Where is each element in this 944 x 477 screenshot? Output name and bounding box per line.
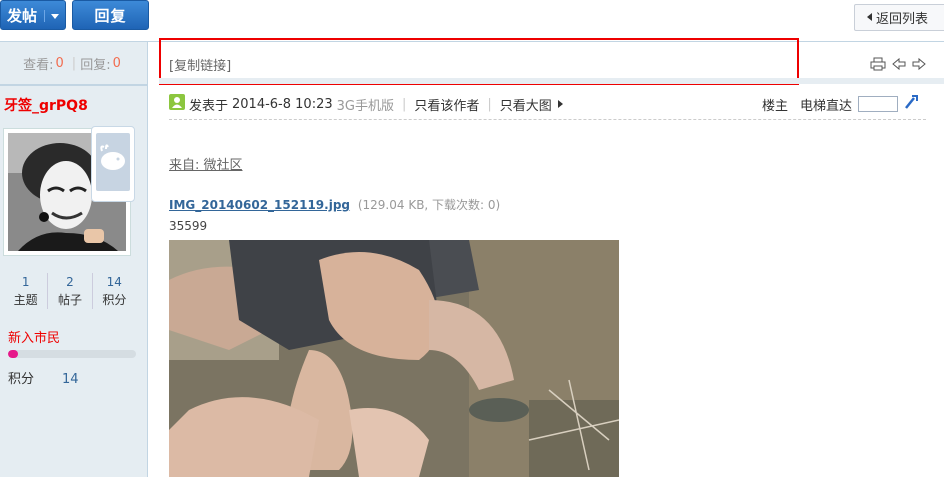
only-big-image-link[interactable]: 只看大图 <box>500 95 552 114</box>
reply-button[interactable]: 回复 <box>72 0 149 30</box>
floor-label: 楼主 <box>762 98 789 114</box>
back-to-list-button[interactable]: 返回列表 <box>854 4 944 31</box>
stat-threads-label: 主题 <box>13 293 38 307</box>
triangle-right-icon <box>557 97 563 112</box>
back-arrow-icon <box>867 10 872 25</box>
post-source[interactable]: 3G手机版 <box>337 95 394 114</box>
back-to-list-label: 返回列表 <box>876 12 929 27</box>
replies-label: 回复: <box>80 57 111 73</box>
author-name[interactable]: 牙签_grPQ8 <box>4 95 88 115</box>
attachment: IMG_20140602_152119.jpg (129.04 KB, 下载次数… <box>169 196 500 213</box>
go-icon[interactable] <box>904 95 919 113</box>
thread-stats: 查看: 0 | 回复: 0 <box>0 42 148 84</box>
post-header-bar <box>159 78 944 84</box>
stat-posts[interactable]: 2 帖子 <box>47 273 91 309</box>
user-rank[interactable]: 新入市民 <box>8 327 60 346</box>
stat-threads[interactable]: 1 主题 <box>4 273 47 309</box>
sidebar-divider <box>0 84 148 86</box>
meta-separator: | <box>487 96 492 112</box>
attachment-id: 35599 <box>169 219 208 233</box>
floor-nav: 楼主 电梯直达 <box>762 94 919 114</box>
stats-separator: | <box>71 55 77 71</box>
views-count: 0 <box>55 55 64 71</box>
prev-icon[interactable] <box>892 57 906 74</box>
credits-value: 14 <box>62 372 79 387</box>
floor-input[interactable] <box>858 96 899 112</box>
post-image[interactable] <box>169 240 619 477</box>
print-icon[interactable] <box>870 57 886 74</box>
post-tools <box>870 57 926 74</box>
credits-row: 积分 14 <box>8 368 79 387</box>
posted-prefix: 发表于 <box>189 98 229 114</box>
elevator-label: 电梯直达 <box>800 98 853 114</box>
weibo-badge[interactable] <box>91 126 135 202</box>
next-icon[interactable] <box>912 57 926 74</box>
only-author-link[interactable]: 只看该作者 <box>414 95 479 114</box>
from-source-link[interactable]: 来自: 微社区 <box>169 154 243 173</box>
weibo-icon <box>96 133 130 191</box>
copy-link[interactable]: [复制链接] <box>169 55 231 74</box>
attachment-info: (129.04 KB, 下载次数: 0) <box>357 198 501 212</box>
attachment-link[interactable]: IMG_20140602_152119.jpg <box>169 198 350 212</box>
stat-threads-value: 1 <box>21 275 30 289</box>
rank-progress-bar <box>8 350 136 358</box>
stat-posts-label: 帖子 <box>57 293 82 307</box>
post-button[interactable]: 发帖 <box>0 0 66 30</box>
chevron-down-icon[interactable] <box>44 10 59 22</box>
stat-credits-label: 积分 <box>102 293 127 307</box>
replies-count: 0 <box>112 55 121 71</box>
stat-credits[interactable]: 14 积分 <box>91 273 136 309</box>
stat-posts-value: 2 <box>66 275 74 289</box>
user-icon <box>169 94 185 114</box>
post-button-label: 发帖 <box>7 6 38 25</box>
rank-progress-fill <box>8 350 19 358</box>
author-stats: 1 主题 2 帖子 14 积分 <box>4 273 136 309</box>
posted-time: 2014-6-8 10:23 <box>232 96 333 112</box>
stat-credits-value: 14 <box>106 275 122 289</box>
meta-separator: | <box>401 96 407 112</box>
credits-label: 积分 <box>8 372 35 387</box>
meta-divider <box>169 119 926 120</box>
reply-button-label: 回复 <box>94 6 127 25</box>
views-label: 查看: <box>23 57 54 73</box>
